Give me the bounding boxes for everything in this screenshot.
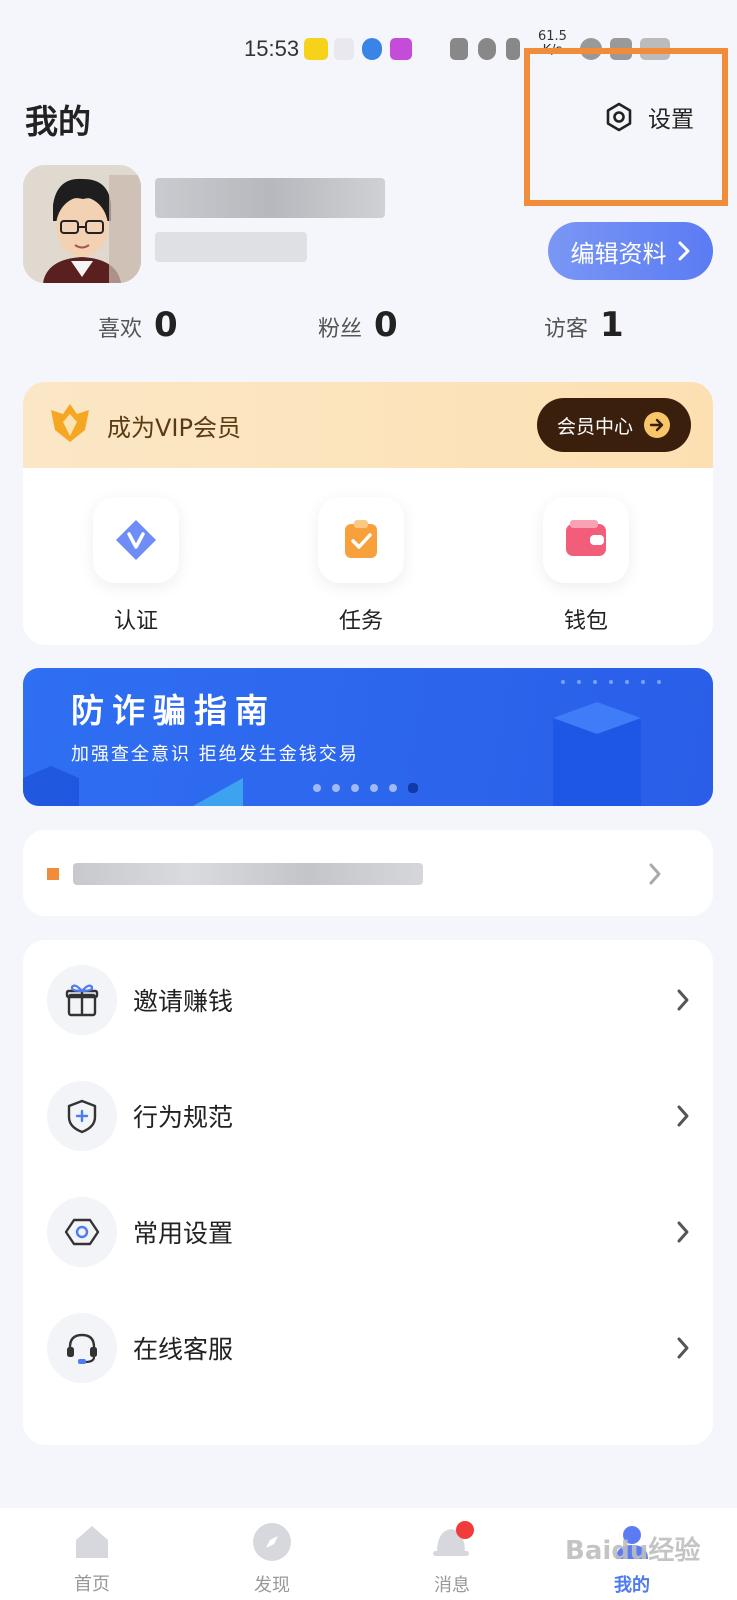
nav-discover[interactable]: 发现: [222, 1508, 322, 1600]
headset-icon: [47, 1313, 117, 1383]
stat-label: 访客: [544, 317, 589, 342]
vip-item-label: 钱包: [563, 609, 608, 634]
nav-label: 我的: [614, 1575, 650, 1596]
nav-label: 消息: [434, 1575, 470, 1596]
stat-label: 喜欢: [98, 317, 143, 342]
anti-fraud-banner[interactable]: 防诈骗指南 加强查全意识 拒绝发生金钱交易: [23, 668, 713, 806]
menu-list: 邀请赚钱 行为规范 常用设置 在线客服: [23, 940, 713, 1445]
arrow-right-circle-icon: [644, 412, 670, 438]
chevron-right-icon: [649, 863, 661, 885]
edit-profile-label: 编辑资料: [570, 239, 667, 268]
carousel-dot[interactable]: [313, 784, 321, 792]
vip-card: 成为VIP会员 会员中心 认证 任务 钱包: [23, 382, 713, 645]
notice-marker-icon: [47, 868, 59, 880]
user-id-blurred: [155, 232, 307, 262]
vip-item-label: 任务: [338, 609, 383, 634]
carousel-dot[interactable]: [351, 784, 359, 792]
task-icon: [345, 520, 377, 558]
shield-icon: [47, 1081, 117, 1151]
stat-value: 1: [600, 305, 624, 345]
nav-messages[interactable]: 消息: [402, 1508, 502, 1600]
notice-text-blurred: [73, 863, 423, 885]
stat-fans[interactable]: 粉丝 0: [318, 305, 398, 345]
chevron-right-icon: [677, 1221, 689, 1243]
app-notification-icon: [390, 38, 412, 60]
menu-item-conduct[interactable]: 行为规范: [23, 1076, 713, 1156]
alarm-icon: [478, 38, 496, 60]
username-blurred: [155, 178, 385, 218]
vip-center-label: 会员中心: [556, 415, 633, 438]
wallet-icon: [566, 520, 606, 556]
nav-label: 首页: [74, 1574, 110, 1595]
menu-item-label: 行为规范: [133, 1103, 234, 1132]
page-title: 我的: [25, 102, 91, 141]
carousel-dot[interactable]: [408, 783, 418, 793]
nfc-icon: [450, 38, 468, 60]
avatar-image: [23, 165, 141, 283]
chevron-right-icon: [677, 1105, 689, 1127]
vip-center-button[interactable]: 会员中心: [537, 398, 691, 452]
vip-banner[interactable]: 成为VIP会员 会员中心: [23, 382, 713, 468]
vip-crown-icon: [51, 404, 89, 442]
menu-item-label: 常用设置: [133, 1219, 234, 1248]
nav-label: 发现: [254, 1575, 290, 1596]
bell-icon: [433, 1521, 474, 1556]
vip-item-label: 认证: [113, 609, 158, 634]
stat-likes[interactable]: 喜欢 0: [98, 305, 178, 345]
settings-icon: [47, 1197, 117, 1267]
vip-item-verify[interactable]: 认证: [86, 497, 186, 635]
vip-item-wallet[interactable]: 钱包: [536, 497, 636, 635]
avatar[interactable]: [23, 165, 141, 283]
stat-value: 0: [154, 305, 178, 345]
app-notification-icon: [362, 38, 382, 60]
stat-label: 粉丝: [318, 317, 363, 342]
notice-bar[interactable]: [23, 830, 713, 916]
menu-item-invite[interactable]: 邀请赚钱: [23, 960, 713, 1040]
menu-item-support[interactable]: 在线客服: [23, 1308, 713, 1388]
menu-item-label: 在线客服: [133, 1335, 234, 1364]
vip-item-task[interactable]: 任务: [311, 497, 411, 635]
carousel-dot[interactable]: [332, 784, 340, 792]
chevron-right-icon: [678, 241, 689, 261]
verify-icon: [116, 520, 156, 560]
status-time: 15:53: [244, 36, 300, 61]
banner-title: 防诈骗指南: [71, 691, 276, 730]
vip-title: 成为VIP会员: [107, 414, 241, 442]
menu-item-settings[interactable]: 常用设置: [23, 1192, 713, 1272]
chevron-right-icon: [677, 989, 689, 1011]
app-notification-icon: [304, 38, 328, 60]
home-icon: [76, 1526, 108, 1558]
vibrate-icon: [506, 38, 520, 60]
gift-icon: [47, 965, 117, 1035]
chevron-right-icon: [677, 1337, 689, 1359]
carousel-dot[interactable]: [389, 784, 397, 792]
edit-profile-button[interactable]: 编辑资料: [548, 222, 713, 280]
app-notification-icon: [334, 38, 354, 60]
stat-visitors[interactable]: 访客 1: [544, 305, 624, 345]
compass-icon: [253, 1523, 291, 1561]
stat-value: 0: [374, 305, 398, 345]
nav-home[interactable]: 首页: [42, 1508, 142, 1600]
banner-subtitle: 加强查全意识 拒绝发生金钱交易: [71, 744, 359, 765]
carousel-dot[interactable]: [370, 784, 378, 792]
watermark: Baidu经验: [565, 1536, 701, 1566]
highlight-box: [524, 48, 728, 206]
menu-item-label: 邀请赚钱: [133, 987, 234, 1016]
